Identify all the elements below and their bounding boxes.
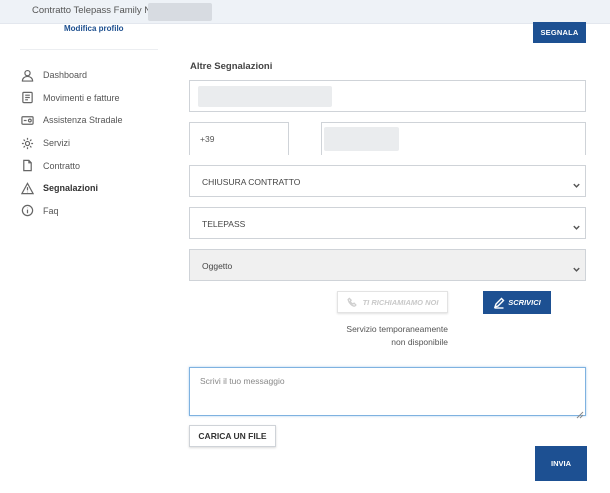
upload-file-button[interactable]: CARICA UN FILE (189, 425, 276, 447)
subject-select[interactable]: Oggetto (189, 249, 586, 281)
callback-button-label: TI RICHIAMIAMO NOI (362, 297, 439, 307)
subject-select-value: Oggetto (202, 261, 233, 271)
phone-number-field[interactable] (321, 122, 586, 155)
sidebar-nav: Dashboard Movimenti e fatture Assistenza… (20, 64, 170, 222)
user-icon (20, 68, 34, 82)
sidebar-item-label: Assistenza Stradale (43, 115, 123, 126)
sidebar-item-label: Contratto (43, 160, 81, 171)
name-field[interactable] (189, 80, 586, 112)
sidebar-item-segnalazioni[interactable]: Segnalazioni (20, 177, 170, 200)
receipt-icon (20, 91, 34, 105)
sidebar-item-label: Segnalazioni (43, 183, 99, 194)
phone-value-redacted (324, 127, 399, 151)
sidebar-item-assistenza[interactable]: Assistenza Stradale (20, 109, 170, 132)
info-icon (20, 204, 34, 218)
resize-handle-icon[interactable] (576, 406, 584, 419)
contract-number-redacted (148, 3, 212, 21)
sidebar-item-contratto[interactable]: Contratto (20, 154, 170, 177)
profile-divider (20, 49, 158, 50)
name-value-redacted (198, 86, 332, 107)
product-select[interactable]: TELEPASS (189, 207, 586, 239)
top-bar: Contratto Telepass Family N° 2 (0, 0, 610, 24)
page-title: Altre Segnalazioni (190, 61, 273, 72)
phone-icon (346, 296, 358, 308)
unavailable-line-2: non disponibile (391, 337, 448, 347)
phone-prefix-field[interactable]: +39 (189, 122, 289, 155)
pencil-icon (493, 297, 505, 309)
sidebar-item-label: Movimenti e fatture (43, 92, 120, 103)
sidebar-item-label: Servizi (43, 138, 71, 149)
write-us-button[interactable]: SCRIVICI (483, 291, 551, 314)
contract-number-label: Contratto Telepass Family N° 2 (32, 5, 163, 16)
callback-button[interactable]: TI RICHIAMIAMO NOI (337, 291, 448, 313)
road-assistance-icon (20, 113, 34, 127)
warning-icon (20, 181, 34, 195)
chevron-down-icon (572, 219, 581, 230)
segnala-button[interactable]: SEGNALA (533, 22, 586, 43)
chevron-down-icon (572, 177, 581, 188)
unavailable-line-1: Servizio temporaneamente (346, 324, 448, 334)
product-select-value: TELEPASS (202, 219, 246, 229)
sidebar-item-servizi[interactable]: Servizi (20, 132, 170, 155)
sidebar-item-movimenti[interactable]: Movimenti e fatture (20, 87, 170, 110)
phone-prefix-value: +39 (200, 134, 215, 144)
reason-select-value: CHIUSURA CONTRATTO (202, 177, 301, 187)
sidebar-item-label: Faq (43, 205, 59, 216)
chevron-down-icon (572, 261, 581, 272)
sidebar-item-dashboard[interactable]: Dashboard (20, 64, 170, 87)
message-textarea[interactable]: Scrivi il tuo messaggio (189, 367, 586, 419)
document-icon (20, 159, 34, 173)
write-us-button-label: SCRIVICI (508, 298, 541, 307)
message-placeholder: Scrivi il tuo messaggio (200, 376, 285, 386)
service-unavailable-note: Servizio temporaneamente non disponibile (330, 323, 448, 349)
sidebar-item-faq[interactable]: Faq (20, 200, 170, 223)
edit-profile-link[interactable]: Modifica profilo (64, 24, 124, 33)
reason-select[interactable]: CHIUSURA CONTRATTO (189, 165, 586, 197)
gear-icon (20, 136, 34, 150)
sidebar-item-label: Dashboard (43, 70, 88, 81)
send-button[interactable]: INVIA (535, 446, 587, 481)
